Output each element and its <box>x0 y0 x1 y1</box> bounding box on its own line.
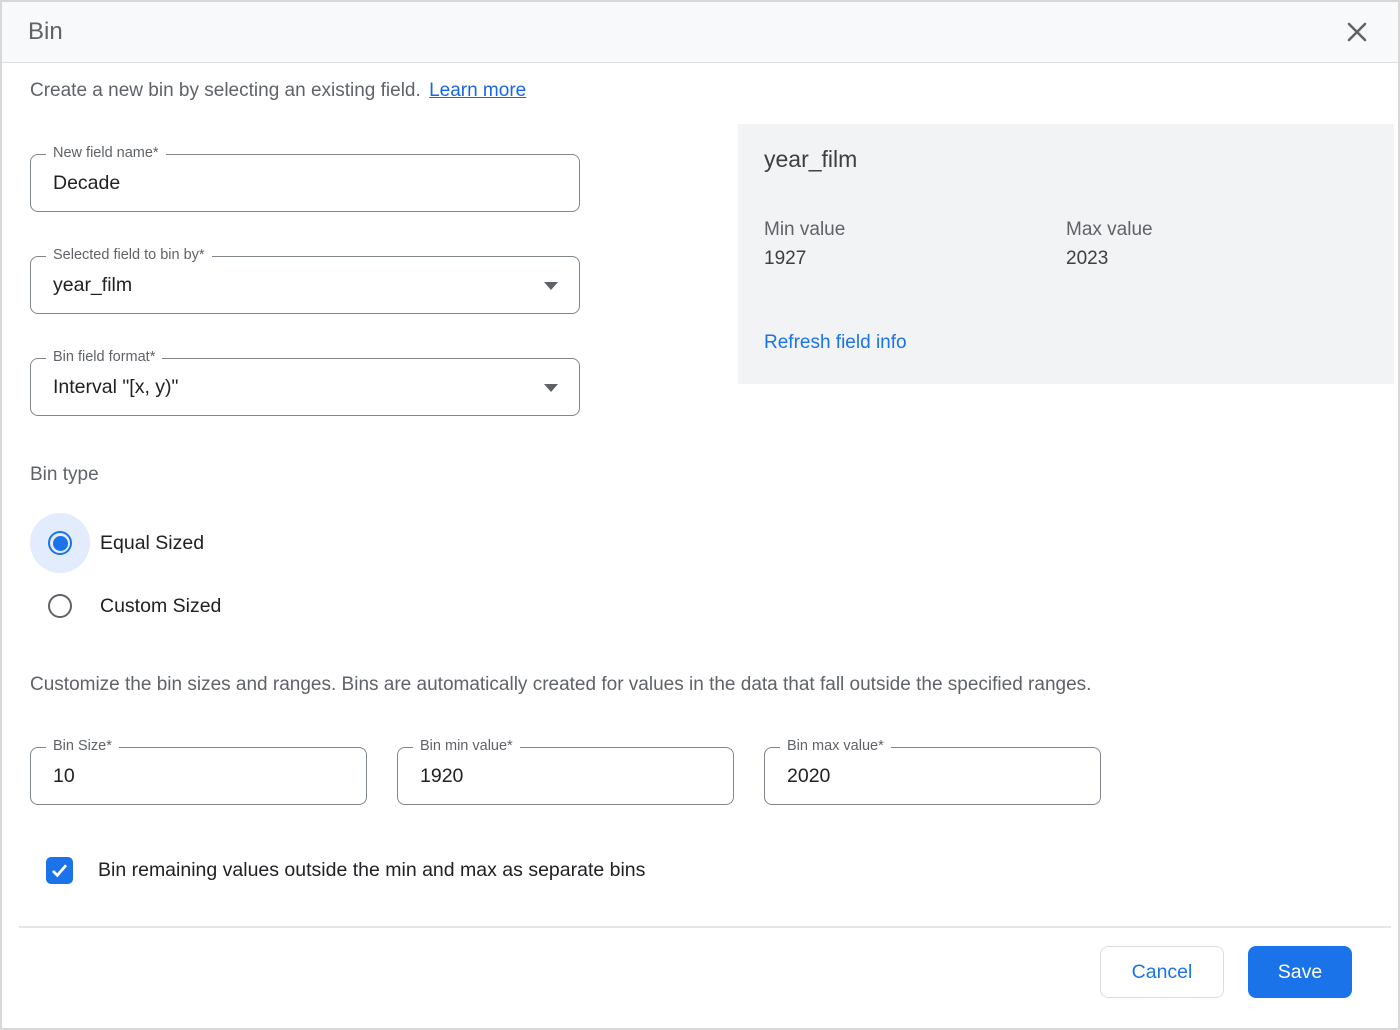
new-field-name-field: New field name* <box>30 154 580 212</box>
bin-field-format-dropdown[interactable]: Bin field format* Interval "[x, y)" <box>30 358 580 416</box>
bin-field-format-label: Bin field format* <box>46 349 162 365</box>
close-button[interactable] <box>1340 15 1374 49</box>
dialog-body: Create a new bin by selecting an existin… <box>2 80 1398 884</box>
field-info-title: year_film <box>764 146 1368 173</box>
bin-size-field: Bin Size* <box>30 747 367 805</box>
bin-min-value-field: Bin min value* <box>397 747 734 805</box>
dialog-title: Bin <box>28 18 63 46</box>
learn-more-link[interactable]: Learn more <box>429 80 526 101</box>
chevron-down-icon <box>544 384 558 392</box>
radio-unselected-icon <box>48 594 72 618</box>
radio-equal-sized-label: Equal Sized <box>100 532 204 555</box>
bin-min-value-label: Bin min value* <box>413 738 520 754</box>
selected-field-label: Selected field to bin by* <box>46 247 212 263</box>
dialog-description: Create a new bin by selecting an existin… <box>30 80 1370 102</box>
bin-max-value-field: Bin max value* <box>764 747 1101 805</box>
cancel-button[interactable]: Cancel <box>1100 946 1224 998</box>
form-fields-column: New field name* Selected field to bin by… <box>30 124 580 416</box>
selected-field-dropdown[interactable]: Selected field to bin by* year_film <box>30 256 580 314</box>
close-icon <box>1343 18 1371 46</box>
remaining-bins-checkbox-row[interactable]: Bin remaining values outside the min and… <box>30 857 1370 884</box>
dialog-footer: Cancel Save <box>2 946 1398 998</box>
max-value: 2023 <box>1066 248 1368 270</box>
refresh-field-info-link[interactable]: Refresh field info <box>764 332 907 354</box>
bin-max-value-label: Bin max value* <box>780 738 891 754</box>
radio-selected-icon <box>48 531 72 555</box>
dialog-header: Bin <box>2 2 1398 63</box>
radio-halo <box>30 576 90 636</box>
radio-custom-sized-label: Custom Sized <box>100 595 221 618</box>
form-and-info-row: New field name* Selected field to bin by… <box>30 124 1370 416</box>
radio-custom-sized[interactable]: Custom Sized <box>30 576 1370 636</box>
customize-description: Customize the bin sizes and ranges. Bins… <box>30 674 1370 696</box>
field-info-panel: year_film Min value 1927 Max value 2023 … <box>738 124 1394 384</box>
min-value-stat: Min value 1927 <box>764 219 1066 270</box>
bin-max-value-input[interactable] <box>765 748 1100 804</box>
min-value-label: Min value <box>764 219 1066 241</box>
bin-range-fields-row: Bin Size* Bin min value* Bin max value* <box>30 747 1370 805</box>
max-value-stat: Max value 2023 <box>1066 219 1368 270</box>
bin-size-input[interactable] <box>31 748 366 804</box>
remaining-bins-checkbox[interactable] <box>46 857 73 884</box>
radio-halo <box>30 513 90 573</box>
check-icon <box>49 860 70 881</box>
bin-dialog: Bin Create a new bin by selecting an exi… <box>0 0 1400 1030</box>
description-text: Create a new bin by selecting an existin… <box>30 80 421 101</box>
chevron-down-icon <box>544 282 558 290</box>
new-field-name-input[interactable] <box>31 155 579 211</box>
new-field-name-label: New field name* <box>46 145 166 161</box>
bin-min-value-input[interactable] <box>398 748 733 804</box>
save-button[interactable]: Save <box>1248 946 1352 998</box>
remaining-bins-label: Bin remaining values outside the min and… <box>98 859 645 882</box>
selected-field-value: year_film <box>31 257 579 313</box>
bin-field-format-value: Interval "[x, y)" <box>31 359 579 415</box>
radio-equal-sized[interactable]: Equal Sized <box>30 513 1370 573</box>
bin-size-label: Bin Size* <box>46 738 119 754</box>
footer-divider <box>19 926 1391 928</box>
max-value-label: Max value <box>1066 219 1368 241</box>
min-value: 1927 <box>764 248 1066 270</box>
field-info-stats: Min value 1927 Max value 2023 <box>764 219 1368 270</box>
bin-type-label: Bin type <box>30 464 1370 486</box>
